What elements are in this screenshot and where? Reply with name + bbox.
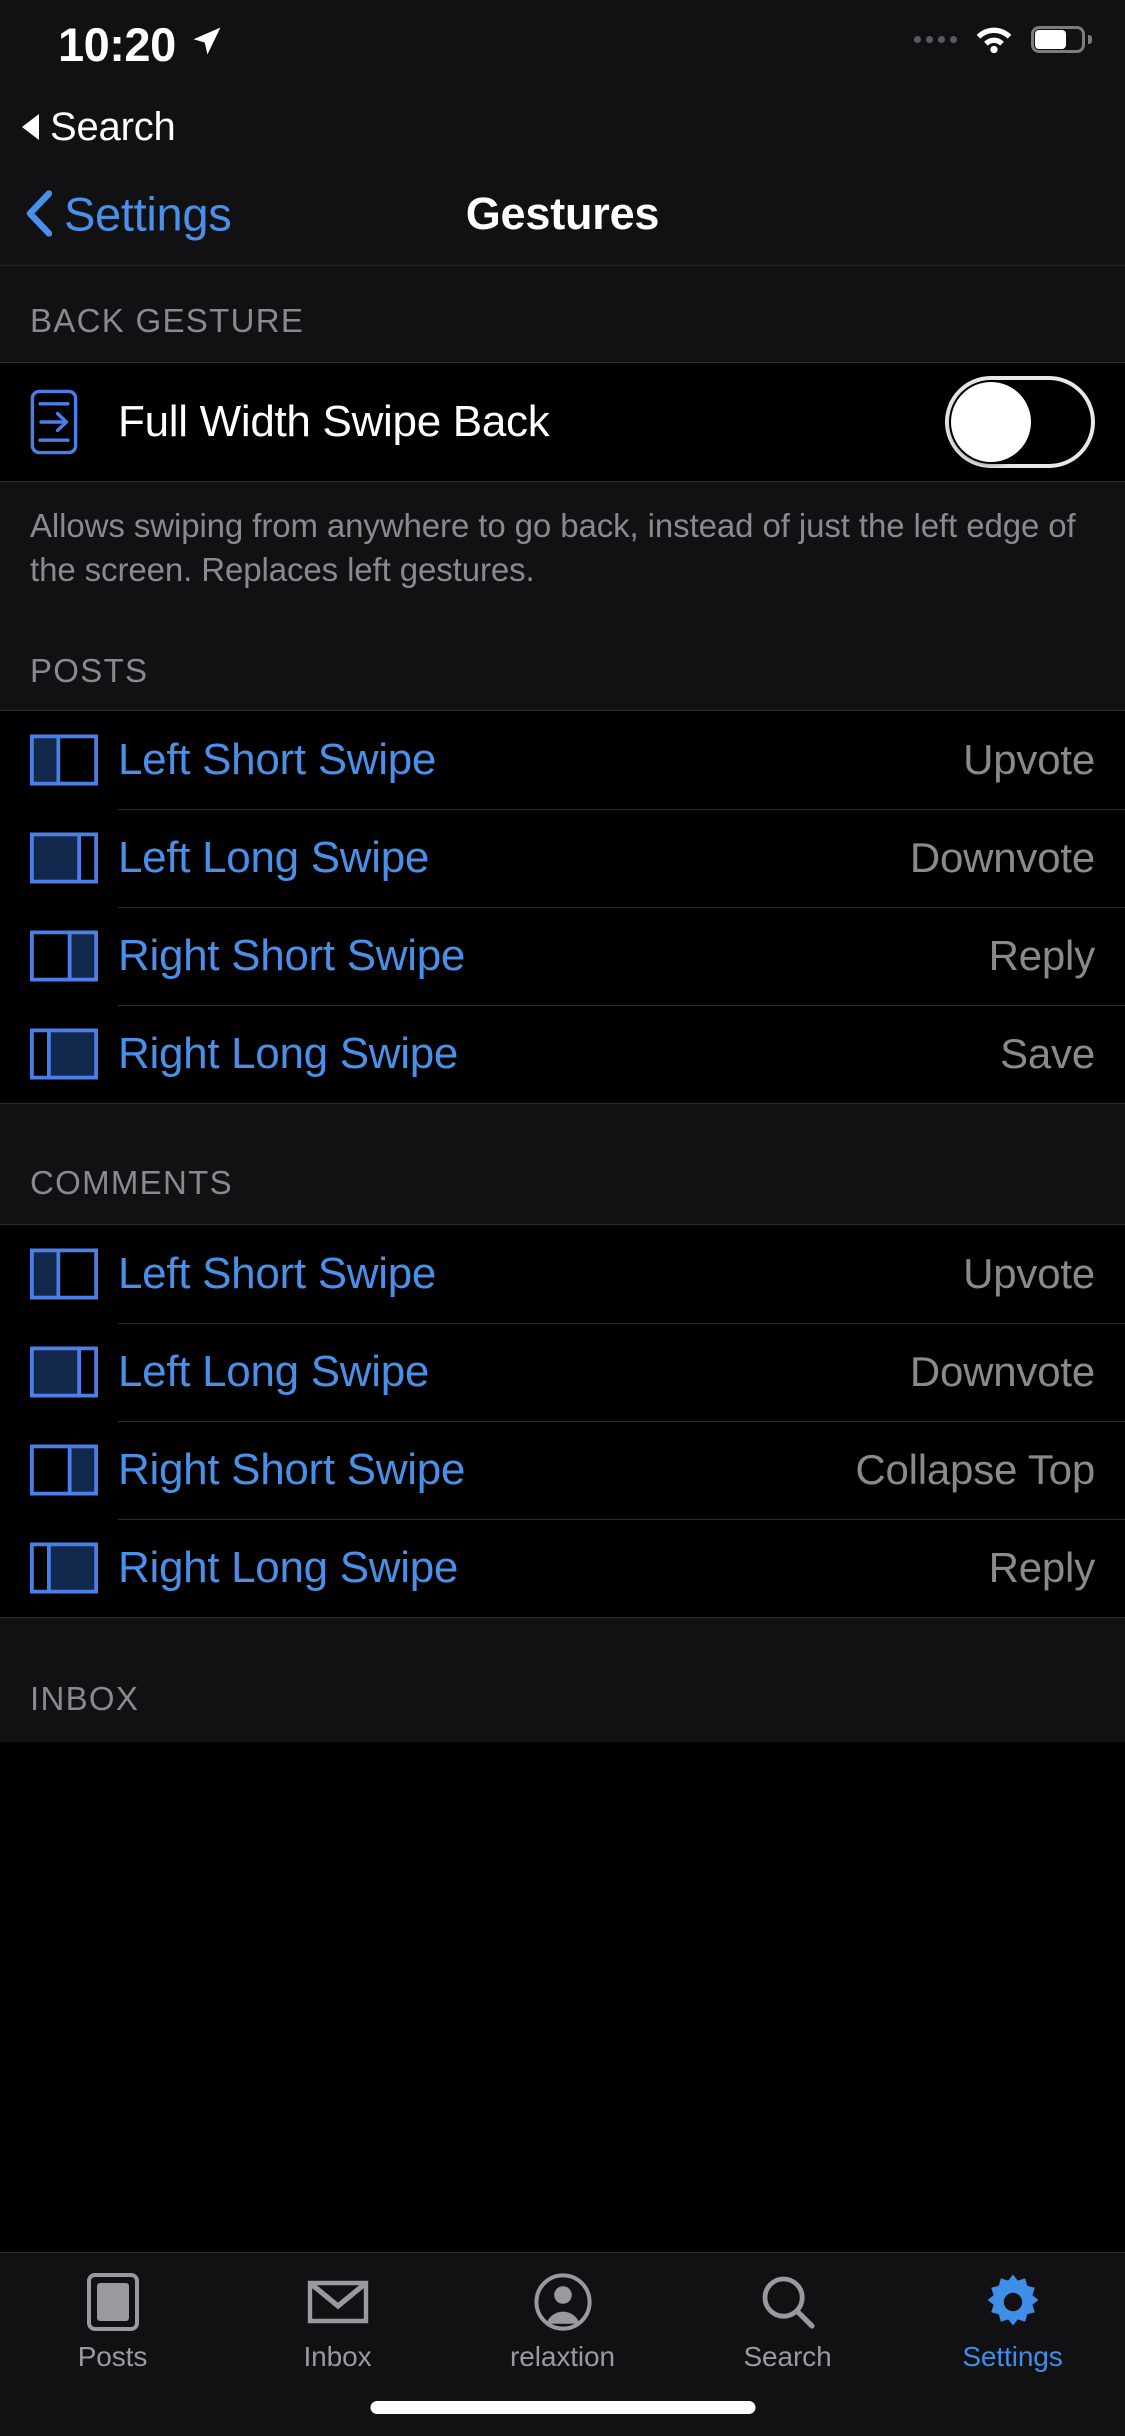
row-posts-right-long-swipe[interactable]: Right Long Swipe Save	[0, 1004, 1125, 1103]
account-circle-icon	[533, 2271, 592, 2333]
wifi-icon	[976, 27, 1012, 54]
footnote-back-gesture: Allows swiping from anywhere to go back,…	[0, 482, 1125, 592]
posts-icon	[86, 2271, 139, 2333]
swipe-right-long-icon	[30, 1027, 98, 1081]
row-label: Left Short Swipe	[118, 734, 437, 784]
swipe-left-long-icon	[30, 1345, 98, 1399]
group-posts: Left Short Swipe Upvote Left Long Swipe …	[0, 709, 1125, 1104]
row-comments-left-short-swipe[interactable]: Left Short Swipe Upvote	[0, 1224, 1125, 1323]
tab-label: Posts	[77, 2341, 148, 2372]
page-title: Gestures	[465, 187, 660, 239]
envelope-icon	[307, 2271, 369, 2333]
group-comments: Left Short Swipe Upvote Left Long Swipe …	[0, 1223, 1125, 1618]
tab-bar: Posts Inbox relaxtion Search Settings	[0, 2252, 1125, 2436]
section-header-comments: COMMENTS	[0, 1103, 1125, 1224]
row-value: Upvote	[963, 735, 1095, 783]
swipe-right-long-icon	[30, 1541, 98, 1595]
location-arrow-icon	[193, 27, 221, 55]
home-indicator	[370, 2401, 755, 2414]
section-header-posts: POSTS	[0, 591, 1125, 710]
status-bar-indicators	[914, 24, 1092, 54]
row-value: Reply	[988, 931, 1096, 979]
navigation-bar: Settings Gestures	[0, 162, 1125, 266]
tab-label: relaxtion	[510, 2341, 615, 2372]
back-to-app-label: Search	[50, 104, 176, 149]
tab-account[interactable]: relaxtion	[450, 2271, 675, 2373]
row-value: Upvote	[963, 1249, 1095, 1297]
row-full-width-swipe-back[interactable]: Full Width Swipe Back	[0, 363, 1125, 481]
section-header-inbox: INBOX	[0, 1617, 1125, 1742]
battery-icon	[1031, 25, 1092, 53]
row-label: Right Short Swipe	[118, 1444, 466, 1494]
row-value: Downvote	[909, 833, 1095, 881]
row-label: Left Long Swipe	[118, 1346, 430, 1396]
row-label: Left Short Swipe	[118, 1248, 437, 1298]
tab-settings[interactable]: Settings	[900, 2271, 1125, 2373]
row-value: Reply	[988, 1543, 1096, 1591]
swipe-left-short-icon	[30, 1247, 98, 1301]
tab-search[interactable]: Search	[675, 2271, 900, 2373]
swipe-right-short-icon	[30, 929, 98, 983]
row-value: Collapse Top	[855, 1445, 1095, 1493]
tab-label: Inbox	[303, 2341, 372, 2372]
row-posts-left-short-swipe[interactable]: Left Short Swipe Upvote	[0, 710, 1125, 809]
back-triangle-icon	[22, 114, 39, 140]
tab-label: Search	[743, 2341, 832, 2372]
row-label-full-width-swipe-back: Full Width Swipe Back	[118, 397, 550, 446]
tab-inbox[interactable]: Inbox	[225, 2271, 450, 2373]
status-bar-time: 10:20	[58, 18, 176, 71]
cellular-dots-icon	[914, 35, 957, 43]
group-back-gesture: Full Width Swipe Back	[0, 362, 1125, 482]
row-comments-left-long-swipe[interactable]: Left Long Swipe Downvote	[0, 1322, 1125, 1421]
phone-screen: 10:20 Search Settings Gestures BACK GEST…	[0, 0, 1125, 2436]
row-comments-right-long-swipe[interactable]: Right Long Swipe Reply	[0, 1518, 1125, 1617]
row-label: Right Long Swipe	[118, 1542, 459, 1592]
row-value: Save	[1000, 1029, 1095, 1077]
phone-swipe-right-icon	[30, 389, 98, 455]
row-label: Right Long Swipe	[118, 1028, 459, 1078]
toggle-full-width-swipe-back[interactable]	[945, 376, 1095, 468]
gear-icon	[984, 2271, 1042, 2333]
row-posts-left-long-swipe[interactable]: Left Long Swipe Downvote	[0, 808, 1125, 907]
section-header-back-gesture: BACK GESTURE	[0, 266, 1125, 362]
settings-list[interactable]: BACK GESTURE Full Width Swipe Back Allow…	[0, 266, 1125, 2252]
row-label: Left Long Swipe	[118, 832, 430, 882]
swipe-left-long-icon	[30, 831, 98, 885]
toggle-knob	[951, 382, 1031, 462]
search-icon	[760, 2271, 816, 2333]
tab-posts[interactable]: Posts	[0, 2271, 225, 2373]
back-to-app-button[interactable]: Search	[0, 92, 1125, 162]
swipe-right-short-icon	[30, 1443, 98, 1497]
tab-label: Settings	[962, 2341, 1063, 2372]
swipe-left-short-icon	[30, 733, 98, 787]
row-value: Downvote	[909, 1347, 1095, 1395]
row-comments-right-short-swipe[interactable]: Right Short Swipe Collapse Top	[0, 1420, 1125, 1519]
row-label: Right Short Swipe	[118, 930, 466, 980]
row-posts-right-short-swipe[interactable]: Right Short Swipe Reply	[0, 906, 1125, 1005]
status-bar: 10:20	[0, 0, 1125, 92]
